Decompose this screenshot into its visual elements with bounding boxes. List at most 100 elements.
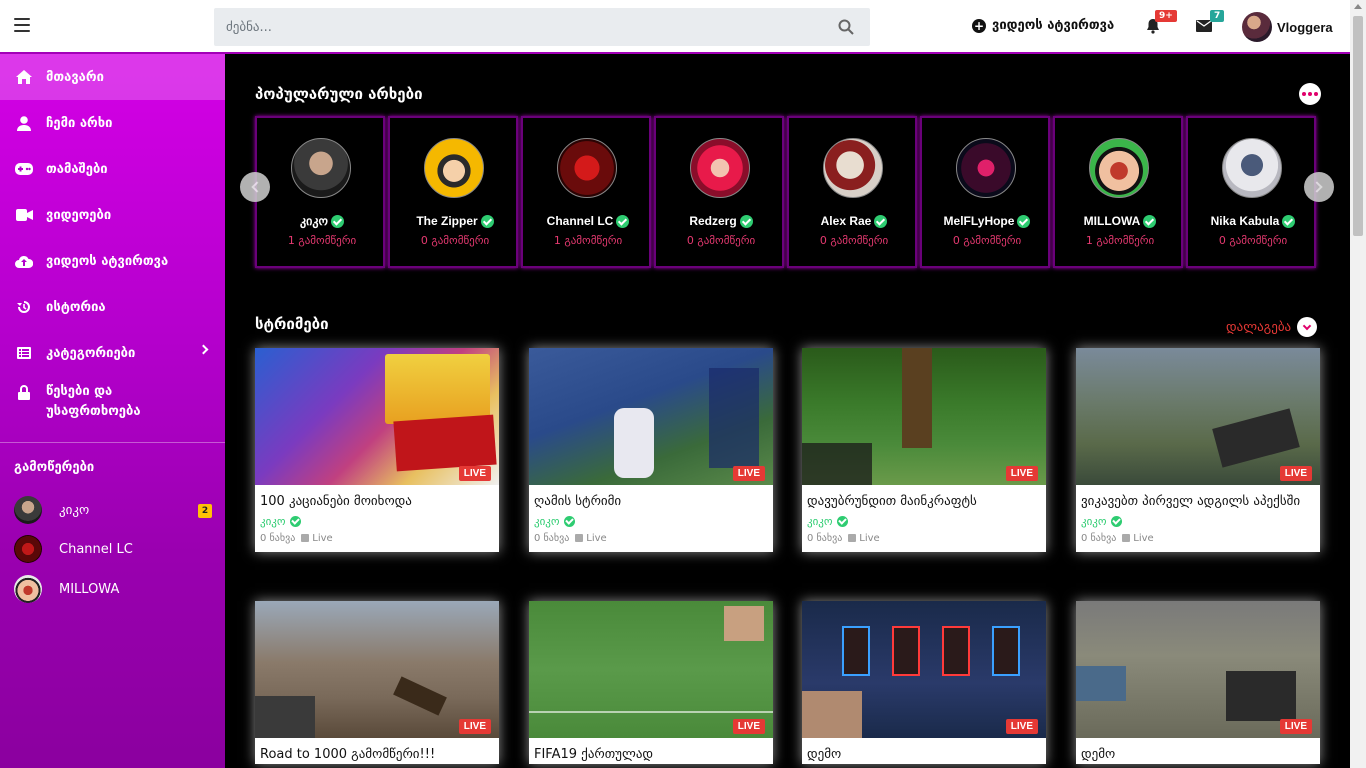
more-options-icon[interactable] — [1299, 83, 1321, 105]
channel-card[interactable]: MILLOWA 1 გამომწერი — [1053, 116, 1183, 268]
sort-label: დალაგება — [1226, 319, 1292, 335]
sidebar-item-my-channel[interactable]: ჩემი არხი — [0, 100, 225, 146]
sidebar-item-categories[interactable]: კატეგორიები — [0, 330, 225, 376]
sidebar-item-home[interactable]: მთავარი — [0, 54, 225, 100]
stream-card[interactable]: LIVE დემო — [1076, 601, 1320, 764]
stream-card[interactable]: LIVE 100 კაციანები მოიხოდა კიკო 0 ნახვა L… — [255, 348, 499, 552]
username[interactable]: Vloggera — [1277, 20, 1333, 35]
avatar — [14, 535, 42, 563]
subscription-item[interactable]: კიკო 2 — [14, 495, 214, 525]
channel-card[interactable]: Channel LC 1 გამომწერი — [521, 116, 651, 268]
stream-card[interactable]: LIVE ვიკავებთ პირველ ადგილს აპექსში კიკო… — [1076, 348, 1320, 552]
stream-thumbnail[interactable]: LIVE — [529, 601, 773, 738]
sidebar-item-label: თამაშები — [46, 161, 108, 177]
upload-video-button[interactable]: + ვიდეოს ატვირთვა — [972, 18, 1114, 33]
live-badge: LIVE — [732, 466, 765, 481]
stream-author[interactable]: კიკო — [529, 511, 773, 528]
channel-subscribers: 0 გამომწერი — [420, 234, 490, 247]
stream-thumbnail[interactable]: LIVE — [802, 348, 1046, 485]
stream-title[interactable]: დემო — [1076, 738, 1320, 764]
channel-avatar — [1222, 138, 1282, 198]
live-badge: LIVE — [1005, 719, 1038, 734]
verified-icon — [836, 516, 848, 527]
sort-dropdown[interactable]: დალაგება — [1226, 317, 1318, 337]
subscription-name: Channel LC — [59, 541, 133, 557]
stream-meta: 0 ნახვა Live — [529, 528, 773, 552]
stream-card[interactable]: LIVE დემო — [802, 601, 1046, 764]
home-icon — [15, 69, 33, 85]
envelope-icon[interactable] — [1196, 20, 1212, 32]
verified-icon — [1017, 214, 1031, 228]
stream-card[interactable]: LIVE FIFA19 ქართულად — [529, 601, 773, 764]
stream-title[interactable]: ღამის სტრიმი — [529, 485, 773, 511]
stream-card[interactable]: LIVE Road to 1000 გამომწერი!!! — [255, 601, 499, 764]
channel-card[interactable]: კიკო 1 გამომწერი — [255, 116, 385, 268]
stream-thumbnail[interactable]: LIVE — [802, 601, 1046, 738]
verified-icon — [563, 516, 575, 527]
channel-card[interactable]: Redzerg 0 გამომწერი — [654, 116, 784, 268]
live-badge: LIVE — [458, 719, 491, 734]
channel-subscribers: 0 გამომწერი — [819, 234, 889, 247]
live-badge: LIVE — [732, 719, 765, 734]
channel-name: Channel LC — [523, 214, 653, 228]
user-avatar[interactable] — [1242, 12, 1272, 42]
subscriptions-title: გამოწერები — [14, 460, 95, 475]
channel-name: Nika Kabula — [1188, 214, 1318, 228]
stream-title[interactable]: დემო — [802, 738, 1046, 764]
sidebar-divider — [0, 442, 225, 443]
channel-card[interactable]: The Zipper 0 გამომწერი — [388, 116, 518, 268]
stream-author[interactable]: კიკო — [1076, 511, 1320, 528]
channel-card[interactable]: MelFLyHope 0 გამომწერი — [920, 116, 1050, 268]
subscription-item[interactable]: Channel LC — [14, 534, 214, 564]
channel-card[interactable]: Nika Kabula 0 გამომწერი — [1186, 116, 1316, 268]
stream-title[interactable]: FIFA19 ქართულად — [529, 738, 773, 764]
stream-thumbnail[interactable]: LIVE — [255, 601, 499, 738]
verified-icon — [1110, 516, 1122, 527]
search-input[interactable] — [214, 8, 824, 46]
menu-toggle-icon[interactable] — [14, 18, 30, 32]
channel-card[interactable]: Alex Rae 0 გამომწერი — [787, 116, 917, 268]
view-count: 0 ნახვა — [1081, 533, 1117, 544]
sidebar-item-games[interactable]: თამაშები — [0, 146, 225, 192]
page-scrollbar[interactable] — [1350, 0, 1366, 768]
stream-author[interactable]: კიკო — [255, 511, 499, 528]
messages-badge: 7 — [1210, 10, 1225, 22]
upload-icon — [15, 253, 33, 269]
subscription-item[interactable]: MILLOWA — [14, 574, 214, 604]
stream-thumbnail[interactable]: LIVE — [529, 348, 773, 485]
calendar-icon — [575, 534, 584, 542]
stream-card[interactable]: LIVE დავუბრუნდით მაინკრაფტს კიკო 0 ნახვა… — [802, 348, 1046, 552]
stream-status: Live — [1122, 533, 1154, 544]
sidebar: მთავარი ჩემი არხი თამაშები ვიდეოები ვიდე… — [0, 54, 225, 768]
stream-status: Live — [848, 533, 880, 544]
stream-thumbnail[interactable]: LIVE — [1076, 348, 1320, 485]
stream-meta: 0 ნახვა Live — [255, 528, 499, 552]
gamepad-icon — [15, 161, 33, 177]
scroll-thumb[interactable] — [1353, 16, 1363, 236]
stream-thumbnail[interactable]: LIVE — [1076, 601, 1320, 738]
stream-title[interactable]: Road to 1000 გამომწერი!!! — [255, 738, 499, 764]
live-badge: LIVE — [1005, 466, 1038, 481]
sidebar-item-upload[interactable]: ვიდეოს ატვირთვა — [0, 238, 225, 284]
view-count: 0 ნახვა — [807, 533, 843, 544]
sidebar-item-history[interactable]: ისტორია — [0, 284, 225, 330]
carousel-next-button[interactable] — [1304, 172, 1334, 202]
verified-icon — [289, 516, 301, 527]
search-icon[interactable] — [838, 19, 854, 35]
sidebar-item-label: მთავარი — [46, 69, 104, 85]
channel-avatar — [424, 138, 484, 198]
stream-card[interactable]: LIVE ღამის სტრიმი კიკო 0 ნახვა Live — [529, 348, 773, 552]
sidebar-item-rules[interactable]: წესები და უსაფრთხოება — [0, 376, 225, 432]
channel-name: Alex Rae — [789, 214, 919, 228]
carousel-prev-button[interactable] — [240, 172, 270, 202]
stream-thumbnail[interactable]: LIVE — [255, 348, 499, 485]
stream-author[interactable]: კიკო — [802, 511, 1046, 528]
stream-status: Live — [575, 533, 607, 544]
stream-title[interactable]: ვიკავებთ პირველ ადგილს აპექსში — [1076, 485, 1320, 511]
scroll-up-arrow-icon[interactable] — [1354, 4, 1362, 9]
sidebar-item-videos[interactable]: ვიდეოები — [0, 192, 225, 238]
stream-title[interactable]: დავუბრუნდით მაინკრაფტს — [802, 485, 1046, 511]
subscription-name: MILLOWA — [59, 581, 120, 597]
stream-title[interactable]: 100 კაციანები მოიხოდა — [255, 485, 499, 511]
channel-name: MILLOWA — [1055, 214, 1185, 228]
